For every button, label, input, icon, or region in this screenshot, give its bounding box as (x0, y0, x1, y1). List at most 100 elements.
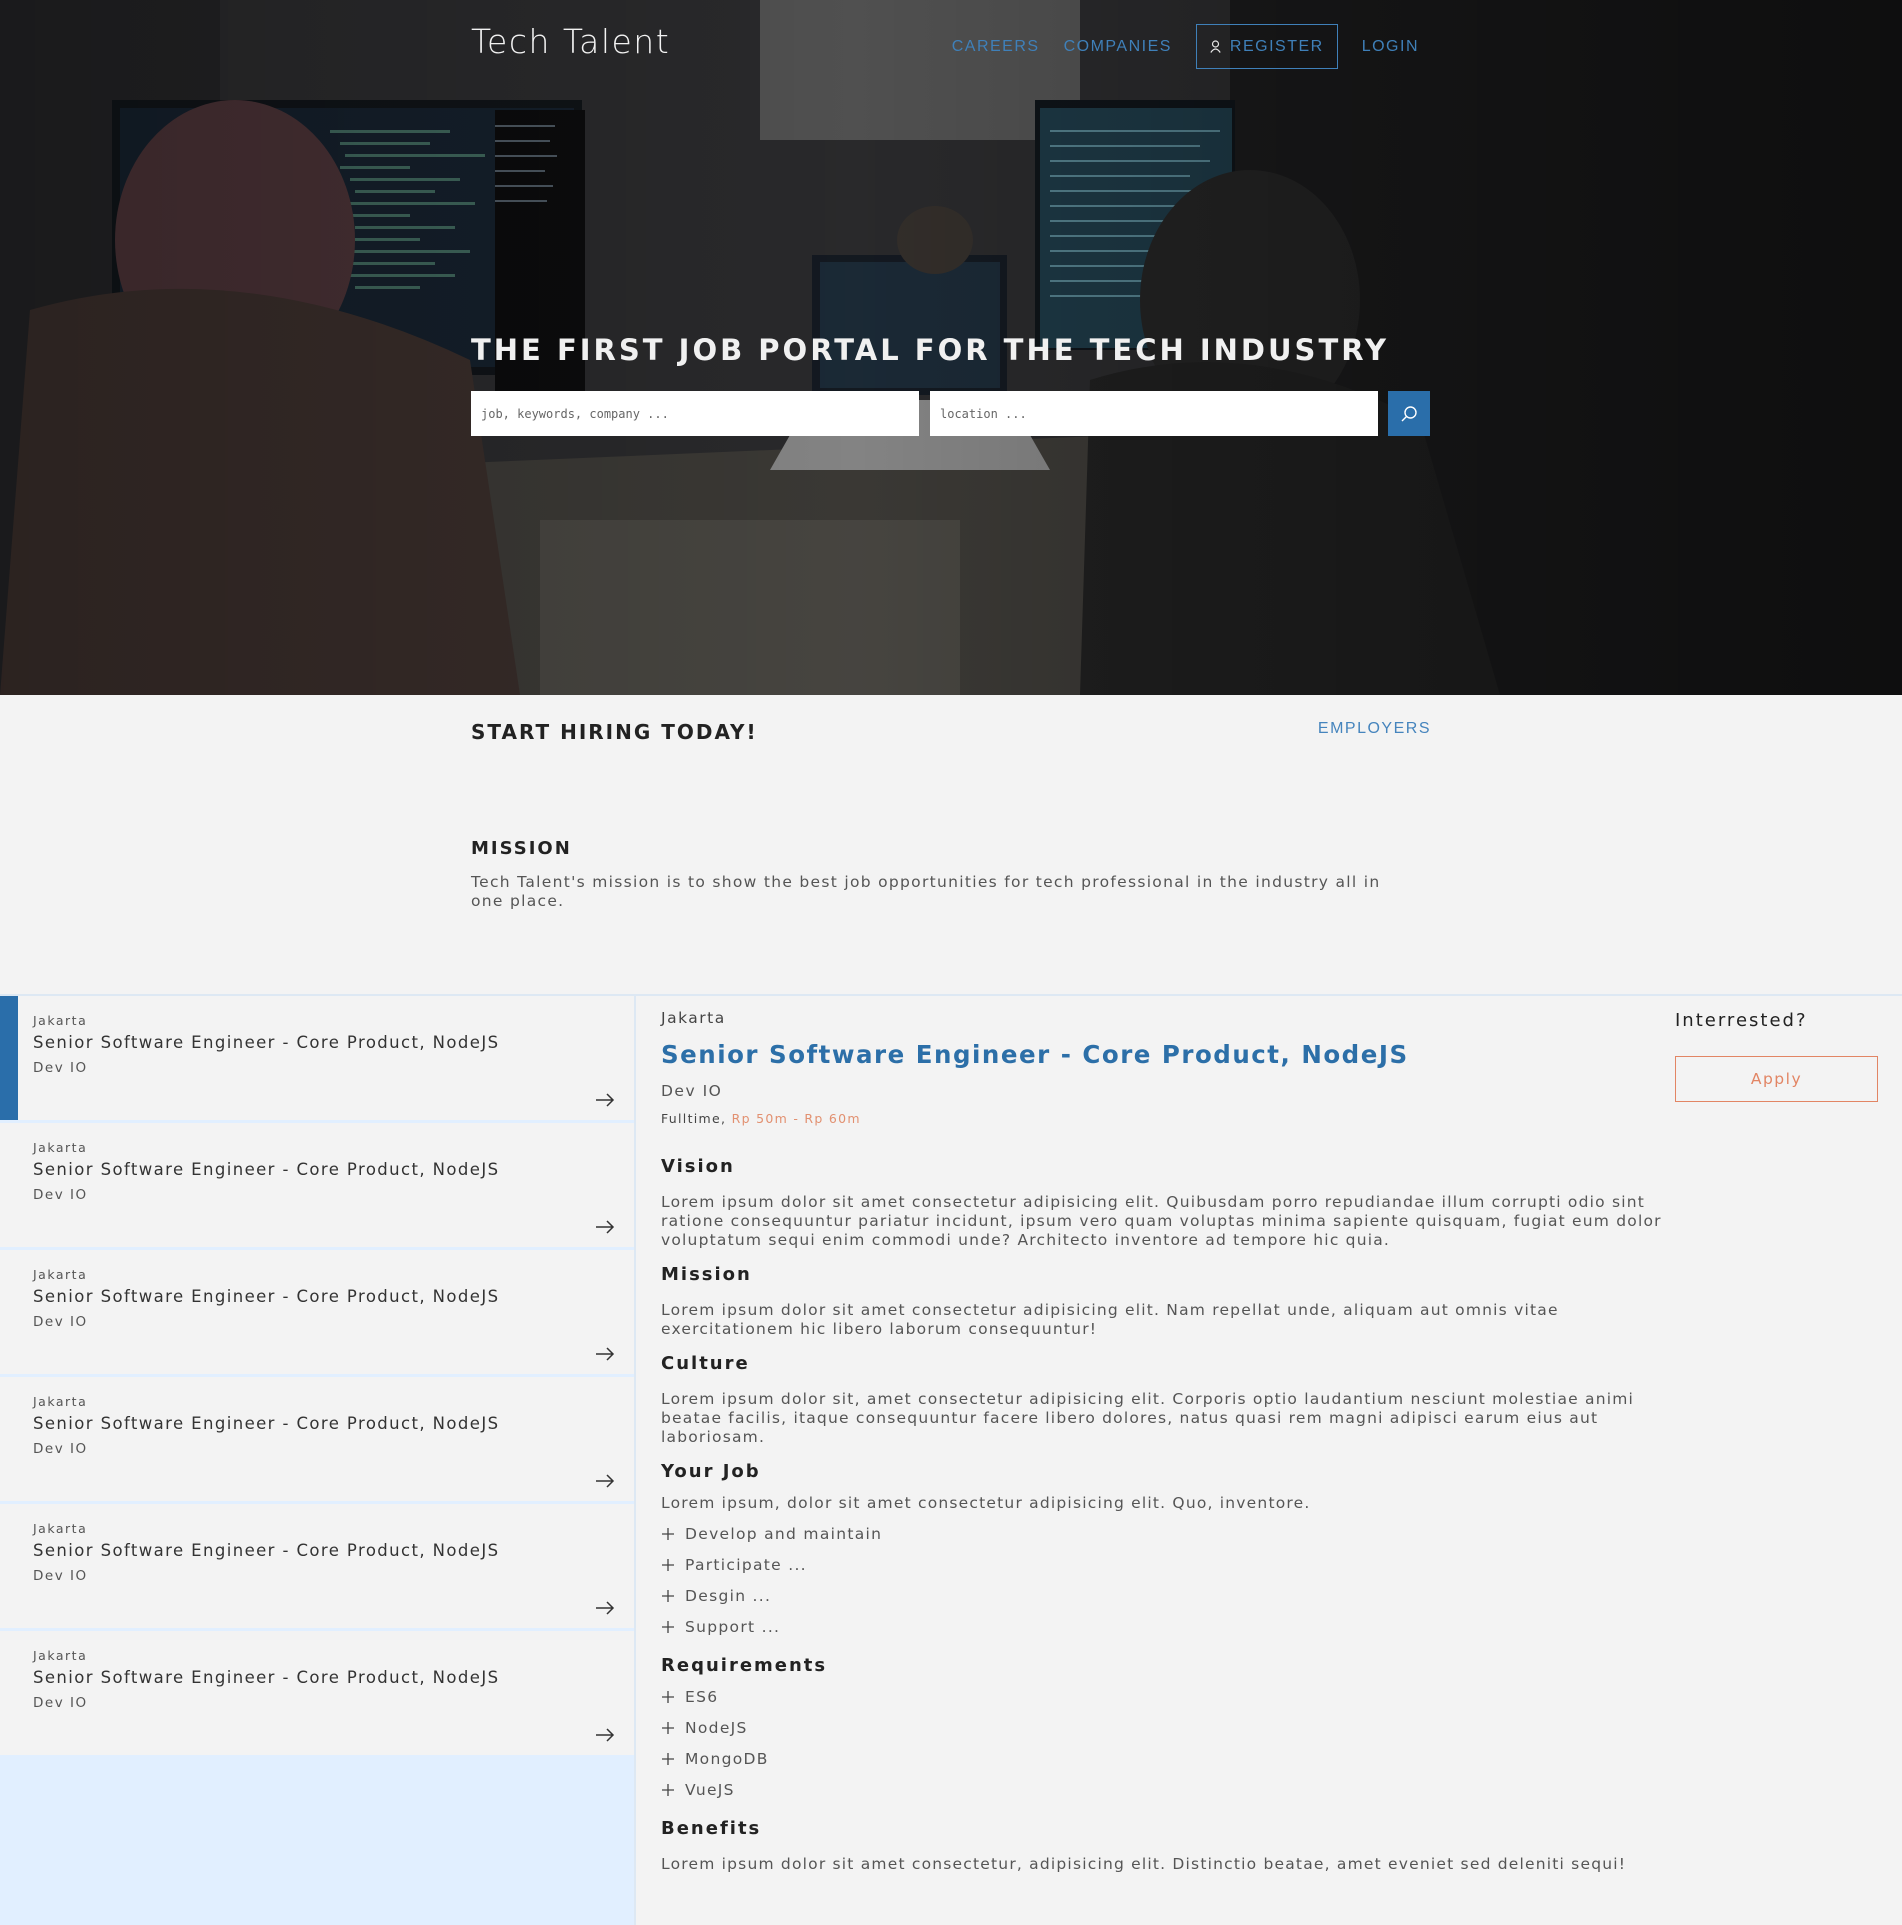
job-location: Jakarta (33, 1521, 88, 1536)
culture-section: Culture Lorem ipsum dolor sit, amet cons… (661, 1353, 1671, 1447)
register-label: REGISTER (1229, 37, 1324, 55)
salary-range: Rp 50m - Rp 60m (731, 1111, 861, 1126)
plus-icon (662, 1722, 674, 1734)
job-company: Dev IO (33, 1314, 88, 1330)
job-list-item[interactable]: Jakarta Senior Software Engineer - Core … (0, 1250, 634, 1374)
detail-location: Jakarta (661, 1009, 726, 1027)
user-icon (1210, 40, 1221, 53)
job-list-item[interactable]: Jakarta Senior Software Engineer - Core … (0, 1504, 634, 1628)
keyword-search-input[interactable] (471, 391, 919, 436)
search-bar (471, 391, 1430, 436)
register-button[interactable]: REGISTER (1195, 24, 1338, 69)
arrow-right-icon[interactable] (595, 1347, 615, 1361)
job-location: Jakarta (33, 1394, 88, 1409)
job-company: Dev IO (33, 1695, 88, 1711)
job-location: Jakarta (33, 1267, 88, 1282)
search-button[interactable] (1388, 391, 1430, 436)
mission-section: MISSION Tech Talent's mission is to show… (471, 838, 1431, 911)
job-company: Dev IO (33, 1441, 88, 1457)
job-location: Jakarta (33, 1013, 88, 1028)
hero: Tech Talent CAREERS COMPANIES REGISTER L… (0, 0, 1902, 695)
nav-careers[interactable]: CAREERS (940, 25, 1052, 69)
mission-detail-text: Lorem ipsum dolor sit amet consectetur a… (661, 1301, 1559, 1338)
nav-login[interactable]: LOGIN (1350, 25, 1431, 69)
list-item: Support ... (661, 1618, 1671, 1649)
plus-icon (662, 1753, 674, 1765)
arrow-right-icon[interactable] (595, 1728, 615, 1742)
your-job-list: Develop and maintain Participate ... Des… (661, 1525, 1671, 1649)
your-job-item: Develop and maintain (685, 1525, 883, 1543)
requirements-list: ES6 NodeJS MongoDB VueJS (661, 1688, 1671, 1812)
hiring-banner: START HIRING TODAY! EMPLOYERS (471, 718, 1431, 748)
mission-detail-section: Mission Lorem ipsum dolor sit amet conse… (661, 1264, 1671, 1339)
your-job-item: Participate ... (685, 1556, 807, 1574)
list-item: Participate ... (661, 1556, 1671, 1587)
plus-icon (662, 1528, 674, 1540)
arrow-right-icon[interactable] (595, 1601, 615, 1615)
detail-company: Dev IO (661, 1082, 723, 1100)
job-company: Dev IO (33, 1187, 88, 1203)
requirements-section: Requirements ES6 NodeJS MongoDB VueJS (661, 1655, 1671, 1812)
culture-text: Lorem ipsum dolor sit, amet consectetur … (661, 1390, 1635, 1446)
arrow-right-icon[interactable] (595, 1474, 615, 1488)
job-title: Senior Software Engineer - Core Product,… (33, 1668, 500, 1687)
top-navigation: Tech Talent CAREERS COMPANIES REGISTER L… (471, 0, 1431, 90)
your-job-text: Lorem ipsum, dolor sit amet consectetur … (661, 1494, 1311, 1512)
location-search-input[interactable] (930, 391, 1378, 436)
benefits-section: Benefits Lorem ipsum dolor sit amet cons… (661, 1818, 1671, 1874)
employment-type: Fulltime, (661, 1111, 727, 1126)
requirements-heading: Requirements (661, 1655, 828, 1676)
job-list-item[interactable]: Jakarta Senior Software Engineer - Core … (0, 1123, 634, 1247)
mission-title: MISSION (471, 838, 572, 859)
plus-icon (662, 1621, 674, 1633)
list-item: MongoDB (661, 1750, 1671, 1781)
list-item: NodeJS (661, 1719, 1671, 1750)
arrow-right-icon[interactable] (595, 1093, 615, 1107)
nav-companies[interactable]: COMPANIES (1052, 25, 1184, 69)
brand-logo[interactable]: Tech Talent (471, 22, 670, 61)
hiring-title: START HIRING TODAY! (471, 720, 758, 744)
culture-heading: Culture (661, 1353, 750, 1374)
benefits-heading: Benefits (661, 1818, 762, 1839)
search-icon (1401, 405, 1417, 421)
your-job-item: Support ... (685, 1618, 781, 1636)
main-nav: CAREERS COMPANIES REGISTER LOGIN (940, 24, 1431, 69)
job-company: Dev IO (33, 1060, 88, 1076)
list-item: VueJS (661, 1781, 1671, 1812)
job-title: Senior Software Engineer - Core Product,… (33, 1033, 500, 1052)
job-list-item[interactable]: Jakarta Senior Software Engineer - Core … (0, 1377, 634, 1501)
requirement-item: MongoDB (685, 1750, 769, 1768)
your-job-section: Your Job Lorem ipsum, dolor sit amet con… (661, 1461, 1671, 1649)
detail-meta: Fulltime, Rp 50m - Rp 60m (661, 1111, 861, 1126)
plus-icon (662, 1691, 674, 1703)
job-location: Jakarta (33, 1140, 88, 1155)
mission-text: Tech Talent's mission is to show the bes… (471, 873, 1381, 910)
job-location: Jakarta (33, 1648, 88, 1663)
list-item: Develop and maintain (661, 1525, 1671, 1556)
plus-icon (662, 1784, 674, 1796)
hero-title: THE FIRST JOB PORTAL FOR THE TECH INDUST… (471, 333, 1389, 367)
job-title: Senior Software Engineer - Core Product,… (33, 1414, 500, 1433)
requirement-item: VueJS (685, 1781, 735, 1799)
job-list-item[interactable]: Jakarta Senior Software Engineer - Core … (0, 1631, 634, 1755)
detail-body: Vision Lorem ipsum dolor sit amet consec… (661, 1156, 1671, 1888)
employers-link[interactable]: EMPLOYERS (1318, 720, 1431, 738)
detail-title: Senior Software Engineer - Core Product,… (661, 1040, 1409, 1069)
apply-button[interactable]: Apply (1675, 1056, 1878, 1102)
job-title: Senior Software Engineer - Core Product,… (33, 1541, 500, 1560)
vision-text: Lorem ipsum dolor sit amet consectetur a… (661, 1193, 1662, 1249)
your-job-heading: Your Job (661, 1461, 761, 1482)
job-title: Senior Software Engineer - Core Product,… (33, 1160, 500, 1179)
arrow-right-icon[interactable] (595, 1220, 615, 1234)
mission-heading: Mission (661, 1264, 752, 1285)
plus-icon (662, 1559, 674, 1571)
list-item: Desgin ... (661, 1587, 1671, 1618)
apply-panel-title: Interrested? (1675, 1010, 1808, 1031)
requirement-item: NodeJS (685, 1719, 748, 1737)
list-item: ES6 (661, 1688, 1671, 1719)
job-company: Dev IO (33, 1568, 88, 1584)
vision-heading: Vision (661, 1156, 735, 1177)
job-list-item[interactable]: Jakarta Senior Software Engineer - Core … (0, 996, 634, 1120)
your-job-item: Desgin ... (685, 1587, 772, 1605)
jobs-section: Jakarta Senior Software Engineer - Core … (0, 994, 1902, 1925)
